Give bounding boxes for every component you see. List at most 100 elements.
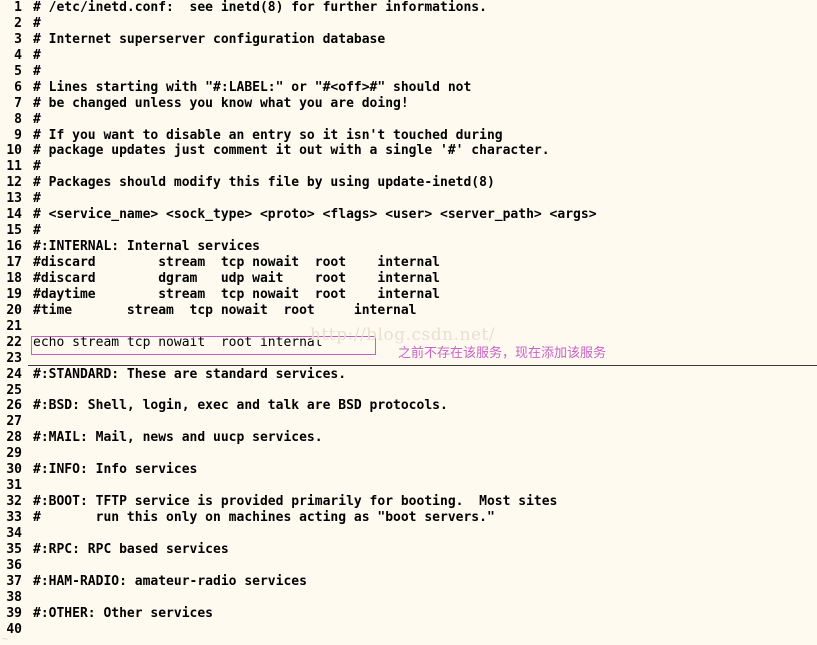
line-number: 17 — [6, 255, 22, 270]
line-number: 29 — [6, 446, 22, 462]
code-line[interactable]: 35 #:RPC: RPC based services — [0, 542, 817, 558]
code-line[interactable]: 6 # Lines starting with "#:LABEL:" or "#<… — [0, 80, 817, 96]
code-line[interactable]: 33 # run this only on machines acting as … — [0, 510, 817, 526]
code-line[interactable]: 10 # package updates just comment it out … — [0, 143, 817, 159]
code-line-text: #:INFO: Info services — [33, 462, 198, 478]
code-line-text: # run this only on machines acting as "b… — [33, 510, 495, 525]
code-line[interactable]: 12 # Packages should modify this file by … — [0, 175, 817, 191]
code-line[interactable]: 3 # Internet superserver configuration da… — [0, 32, 817, 48]
code-line[interactable]: 1 # /etc/inetd.conf: see inetd(8) for fur… — [0, 0, 817, 16]
line-number: 6 — [14, 79, 22, 95]
code-line-text: #:BOOT: TFTP service is provided primari… — [33, 494, 558, 510]
line-number: 8 — [14, 111, 22, 127]
code-line[interactable]: 24 #:STANDARD: These are standard service… — [0, 367, 817, 383]
code-line-text: #:HAM-RADIO: amateur-radio services — [33, 573, 307, 589]
code-line[interactable]: 39 #:OTHER: Other services — [0, 606, 817, 622]
annotation-text: 之前不存在该服务，现在添加该服务 — [398, 346, 607, 361]
line-number: 16 — [6, 239, 22, 255]
line-number: 21 — [6, 318, 22, 334]
code-line-text: #:RPC: RPC based services — [33, 541, 229, 557]
code-line[interactable]: 17 #discard stream tcp nowait root intern… — [0, 255, 817, 271]
line-number: 2 — [14, 15, 22, 31]
line-number: 26 — [6, 398, 22, 414]
line-number: 15 — [6, 223, 22, 239]
code-line-text: #discard stream tcp nowait root internal — [33, 255, 440, 270]
code-line-text: # — [33, 191, 41, 207]
code-line-text: # — [33, 111, 41, 127]
line-number: 24 — [6, 366, 22, 382]
code-line-text: #:MAIL: Mail, news and uucp services. — [33, 430, 323, 446]
code-line[interactable]: 28 #:MAIL: Mail, news and uucp services. — [0, 430, 817, 446]
code-line-text: # Packages should modify this file by us… — [33, 175, 495, 191]
line-number: 33 — [6, 510, 22, 525]
code-line[interactable]: 40 — [0, 622, 817, 638]
section-divider — [28, 365, 817, 366]
line-number: 18 — [6, 270, 22, 286]
line-number: 14 — [6, 207, 22, 223]
code-line[interactable]: 4 # — [0, 48, 817, 64]
line-number: 3 — [14, 31, 22, 47]
code-line[interactable]: 5 # — [0, 64, 817, 80]
line-number: 38 — [6, 589, 22, 605]
code-line-text: # — [33, 15, 41, 31]
line-number: 22 — [6, 334, 22, 350]
code-line[interactable]: 26 #:BSD: Shell, login, exec and talk are… — [0, 398, 817, 414]
code-line[interactable]: 27 — [0, 414, 817, 430]
code-line[interactable]: 29 — [0, 446, 817, 462]
code-line-text: #:INTERNAL: Internal services — [33, 239, 260, 255]
code-line[interactable]: 34 — [0, 526, 817, 542]
line-number: 7 — [14, 95, 22, 111]
code-line[interactable]: 25 — [0, 383, 817, 399]
code-line[interactable]: 38 — [0, 590, 817, 606]
code-line-text: # package updates just comment it out wi… — [33, 143, 550, 159]
line-number: 34 — [6, 525, 22, 541]
line-number: 5 — [14, 63, 22, 79]
code-line[interactable]: 11 # — [0, 159, 817, 175]
code-line[interactable]: 18 #discard dgram udp wait root internal — [0, 271, 817, 287]
code-line[interactable]: 8 # — [0, 112, 817, 128]
line-number: 27 — [6, 414, 22, 430]
line-number: 10 — [6, 143, 22, 159]
code-line-text: # If you want to disable an entry so it … — [33, 127, 503, 143]
line-number: 25 — [6, 382, 22, 398]
code-line-text-added: echo stream tcp nowait root internal — [33, 334, 323, 350]
code-line-text: #:BSD: Shell, login, exec and talk are B… — [33, 398, 448, 414]
editor-window: 1 # /etc/inetd.conf: see inetd(8) for fur… — [0, 0, 817, 645]
line-number: 1 — [14, 0, 22, 15]
code-line-text: #time stream tcp nowait root internal — [33, 302, 417, 318]
line-number: 37 — [6, 573, 22, 589]
line-number: 35 — [6, 541, 22, 557]
code-line-text: # — [33, 159, 41, 175]
line-number: 13 — [6, 191, 22, 207]
line-number: 23 — [6, 350, 22, 366]
code-line[interactable]: 20 #time stream tcp nowait root internal — [0, 303, 817, 319]
code-line[interactable]: 7 # be changed unless you know what you a… — [0, 96, 817, 112]
code-line[interactable]: 36 — [0, 558, 817, 574]
scan-artifact: ~ — [2, 634, 9, 645]
code-line[interactable]: 30 #:INFO: Info services — [0, 462, 817, 478]
code-line[interactable]: 16 #:INTERNAL: Internal services — [0, 239, 817, 255]
code-line[interactable]: 31 — [0, 478, 817, 494]
code-line[interactable]: 14 # <service_name> <sock_type> <proto> <… — [0, 207, 817, 223]
code-line[interactable]: 37 #:HAM-RADIO: amateur-radio services — [0, 574, 817, 590]
line-number: 28 — [6, 430, 22, 446]
line-number: 39 — [6, 605, 22, 621]
line-number: 20 — [6, 302, 22, 318]
code-line[interactable]: 32 #:BOOT: TFTP service is provided prima… — [0, 494, 817, 510]
code-line-text: # Internet superserver configuration dat… — [33, 31, 386, 47]
line-number: 11 — [6, 159, 22, 175]
code-line[interactable]: 9 # If you want to disable an entry so it… — [0, 128, 817, 144]
line-number: 32 — [6, 494, 22, 510]
code-line-text: #:STANDARD: These are standard services. — [33, 366, 347, 382]
code-line[interactable]: 2 # — [0, 16, 817, 32]
code-line[interactable]: 13 # — [0, 191, 817, 207]
code-area[interactable]: 1 # /etc/inetd.conf: see inetd(8) for fur… — [0, 0, 817, 645]
code-line-text: # Lines starting with "#:LABEL:" or "#<o… — [33, 79, 472, 95]
line-number: 9 — [14, 127, 22, 143]
code-line-text: # — [33, 63, 41, 79]
code-line-text: # <service_name> <sock_type> <proto> <fl… — [33, 207, 597, 223]
code-line[interactable]: 19 #daytime stream tcp nowait root intern… — [0, 287, 817, 303]
code-line[interactable]: 15 # — [0, 223, 817, 239]
code-line-text: # /etc/inetd.conf: see inetd(8) for furt… — [33, 0, 487, 15]
line-number: 19 — [6, 286, 22, 302]
